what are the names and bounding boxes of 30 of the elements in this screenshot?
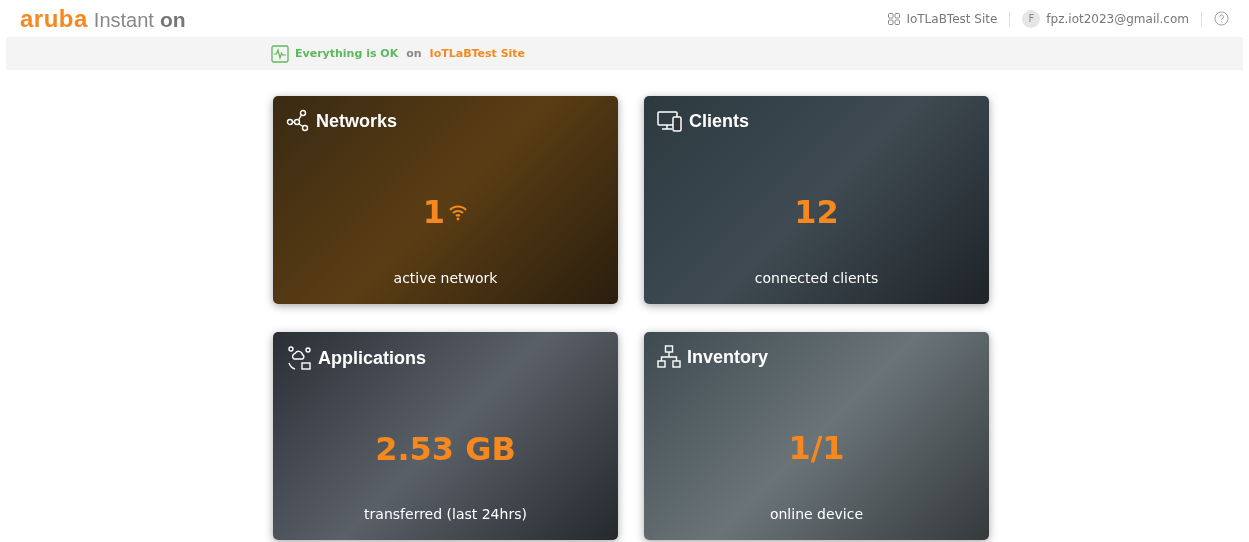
dashboard-card[interactable]: Applications 2.53 GB transferred (last 24hrs) (273, 332, 618, 540)
status-message: Everything is OK (295, 47, 399, 60)
card-title: Applications (318, 347, 426, 369)
card-caption: active network (393, 270, 498, 286)
apps-cloud-icon (286, 345, 312, 371)
dashboard-card[interactable]: Clients 12 connected clients (644, 96, 989, 304)
status-joiner: on (406, 47, 422, 60)
grid-icon (888, 12, 901, 25)
health-pulse-icon (271, 44, 289, 63)
card-title: Clients (689, 110, 749, 132)
card-title: Networks (316, 110, 398, 132)
card-value: 1 (422, 192, 446, 231)
help-button[interactable] (1214, 11, 1229, 26)
hierarchy-icon (657, 345, 681, 369)
card-value: 2.53 GB (375, 429, 516, 468)
card-value: 1/1 (788, 428, 845, 467)
devices-icon (657, 109, 683, 133)
dashboard-card[interactable]: Inventory 1/1 online device (644, 332, 989, 540)
card-title: Inventory (687, 346, 769, 368)
card-caption: transferred (last 24hrs) (364, 506, 527, 522)
card-value: 12 (794, 192, 839, 231)
site-selector[interactable]: IoTLaBTest Site (906, 11, 998, 26)
brand-logo: aruba (20, 4, 88, 33)
card-caption: online device (769, 506, 864, 522)
product-suffix: on (159, 7, 186, 32)
network-nodes-icon (286, 109, 310, 133)
product-name: Instant (93, 8, 154, 32)
card-caption: connected clients (754, 270, 879, 286)
user-email[interactable]: fpz.iot2023@gmail.com (1046, 11, 1189, 26)
dashboard-card[interactable]: Networks 1 active network (273, 96, 618, 304)
